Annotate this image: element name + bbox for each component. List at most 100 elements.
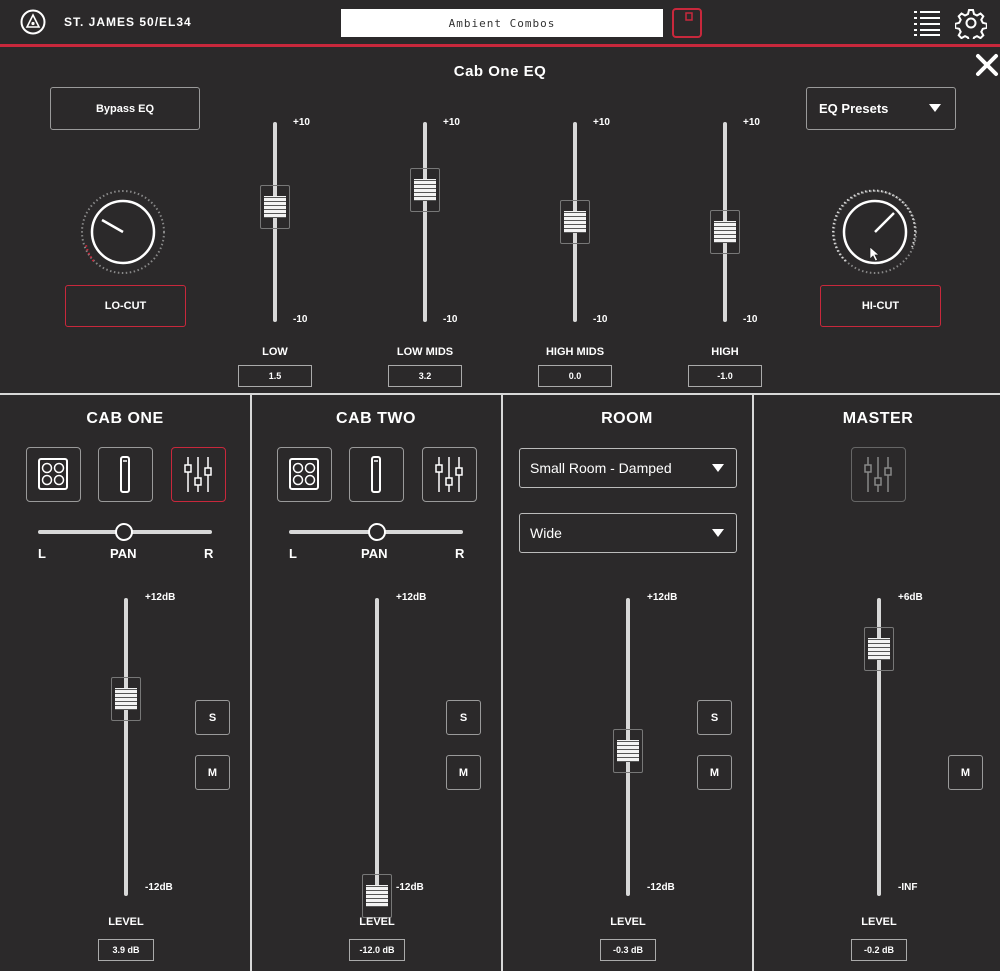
low-mids-min-label: -10 xyxy=(443,314,458,325)
eq-sliders-icon xyxy=(864,457,892,492)
cab-one-eq-button[interactable] xyxy=(171,447,226,502)
cab-one-max-label: +12dB xyxy=(145,592,176,603)
room-level-label: LEVEL xyxy=(610,916,646,928)
low-label: LOW xyxy=(262,346,288,358)
preset-name-field[interactable]: Ambient Combos xyxy=(341,9,663,37)
room-min-label: -12dB xyxy=(647,882,675,893)
cab-one-title: CAB ONE xyxy=(86,410,164,427)
high-mids-value-field[interactable]: 0.0 xyxy=(538,365,612,387)
high-eq-handle[interactable] xyxy=(710,210,740,254)
amp-name: ST. JAMES 50/EL34 xyxy=(64,15,192,29)
pan-label: PAN xyxy=(361,546,388,561)
low-value-field[interactable]: 1.5 xyxy=(238,365,312,387)
master-level-value[interactable]: -0.2 dB xyxy=(851,939,907,961)
high-mids-min-label: -10 xyxy=(593,314,608,325)
cab-one-mic-button[interactable] xyxy=(98,447,153,502)
low-max-label: +10 xyxy=(293,117,310,128)
high-mids-max-label: +10 xyxy=(593,117,610,128)
cab-two-solo-button[interactable]: S xyxy=(446,700,481,735)
pan-right-label: R xyxy=(204,546,214,561)
chevron-down-icon xyxy=(712,464,724,472)
section-divider xyxy=(0,393,1000,395)
close-icon[interactable] xyxy=(974,52,1000,78)
cab-one-pan-handle[interactable] xyxy=(115,523,133,541)
cab-one-level-value[interactable]: 3.9 dB xyxy=(98,939,154,961)
cab-one-cabinet-button[interactable] xyxy=(26,447,81,502)
master-level-handle[interactable] xyxy=(864,626,894,671)
pan-right-label: R xyxy=(455,546,465,561)
cab-two-min-label: -12dB xyxy=(396,882,424,893)
master-min-label: -INF xyxy=(898,882,918,893)
room-width-value: Wide xyxy=(530,525,562,541)
eq-presets-dropdown[interactable]: EQ Presets xyxy=(806,87,956,130)
low-mids-label: LOW MIDS xyxy=(396,346,454,358)
save-button[interactable] xyxy=(672,8,702,38)
channel-divider xyxy=(752,395,754,971)
low-mids-eq-handle[interactable] xyxy=(410,168,440,212)
high-mids-label: HIGH MIDS xyxy=(545,346,605,358)
high-max-label: +10 xyxy=(743,117,760,128)
eq-sliders-icon xyxy=(435,457,463,492)
high-value-field[interactable]: -1.0 xyxy=(688,365,762,387)
cab-one-level-label: LEVEL xyxy=(108,916,144,928)
chevron-down-icon xyxy=(712,529,724,537)
cab-two-mic-button[interactable] xyxy=(349,447,404,502)
master-title: MASTER xyxy=(842,410,914,427)
room-solo-button[interactable]: S xyxy=(697,700,732,735)
cab-two-max-label: +12dB xyxy=(396,592,427,603)
high-mids-eq-handle[interactable] xyxy=(560,200,590,244)
room-level-value[interactable]: -0.3 dB xyxy=(600,939,656,961)
bypass-eq-button[interactable]: Bypass EQ xyxy=(50,87,200,130)
low-min-label: -10 xyxy=(293,314,308,325)
eq-title: Cab One EQ xyxy=(453,63,547,80)
high-label: HIGH xyxy=(711,346,739,358)
speaker-cabinet-icon xyxy=(38,458,68,490)
cab-one-level-track[interactable] xyxy=(124,598,128,896)
master-eq-button[interactable] xyxy=(851,447,906,502)
low-mids-max-label: +10 xyxy=(443,117,460,128)
cab-two-level-label: LEVEL xyxy=(359,916,395,928)
room-type-value: Small Room - Damped xyxy=(530,460,672,476)
low-mids-value-field[interactable]: 3.2 xyxy=(388,365,462,387)
hi-cut-knob[interactable] xyxy=(830,187,920,277)
pan-left-label: L xyxy=(289,546,297,561)
list-icon[interactable] xyxy=(912,9,942,37)
room-type-dropdown[interactable]: Small Room - Damped xyxy=(519,448,737,488)
cab-one-min-label: -12dB xyxy=(145,882,173,893)
cab-one-mute-button[interactable]: M xyxy=(195,755,230,790)
pan-left-label: L xyxy=(38,546,46,561)
room-max-label: +12dB xyxy=(647,592,678,603)
master-mute-button[interactable]: M xyxy=(948,755,983,790)
cab-two-level-value[interactable]: -12.0 dB xyxy=(349,939,405,961)
lo-cut-knob[interactable] xyxy=(78,187,168,277)
cab-one-level-handle[interactable] xyxy=(111,676,141,721)
master-max-label: +6dB xyxy=(898,592,923,603)
eq-sliders-icon xyxy=(184,457,212,492)
pan-label: PAN xyxy=(110,546,137,561)
gear-icon[interactable] xyxy=(955,7,987,39)
save-icon xyxy=(685,12,693,21)
channel-divider xyxy=(250,395,252,971)
triangle-logo-icon xyxy=(20,9,46,35)
cab-two-level-handle[interactable] xyxy=(362,874,392,918)
low-eq-handle[interactable] xyxy=(260,185,290,229)
room-level-handle[interactable] xyxy=(613,728,643,773)
channel-divider xyxy=(501,395,503,971)
hi-cut-button[interactable]: HI-CUT xyxy=(820,285,941,327)
master-level-label: LEVEL xyxy=(861,916,897,928)
low-mids-eq-track[interactable] xyxy=(423,122,427,322)
room-mute-button[interactable]: M xyxy=(697,755,732,790)
cab-two-level-track[interactable] xyxy=(375,598,379,896)
cab-two-cabinet-button[interactable] xyxy=(277,447,332,502)
high-min-label: -10 xyxy=(743,314,758,325)
microphone-icon xyxy=(371,456,381,493)
cab-two-mute-button[interactable]: M xyxy=(446,755,481,790)
room-title: ROOM xyxy=(601,410,653,427)
room-width-dropdown[interactable]: Wide xyxy=(519,513,737,553)
cab-two-pan-handle[interactable] xyxy=(368,523,386,541)
cab-one-solo-button[interactable]: S xyxy=(195,700,230,735)
speaker-cabinet-icon xyxy=(289,458,319,490)
lo-cut-button[interactable]: LO-CUT xyxy=(65,285,186,327)
microphone-icon xyxy=(120,456,130,493)
cab-two-eq-button[interactable] xyxy=(422,447,477,502)
